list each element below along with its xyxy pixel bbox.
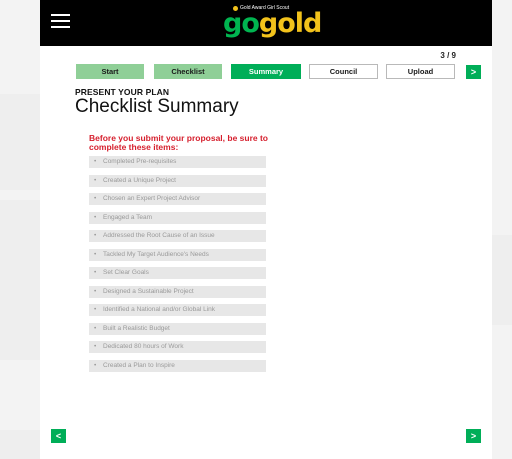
next-step-button[interactable]: > xyxy=(466,65,481,79)
bullet-icon: • xyxy=(94,306,97,313)
step-start[interactable]: Start xyxy=(76,64,144,79)
chevron-right-icon: > xyxy=(470,431,477,441)
checklist-item: • Built a Realistic Budget xyxy=(89,322,266,335)
bullet-icon: • xyxy=(94,195,97,202)
background-panel xyxy=(0,430,40,459)
next-page-button[interactable]: > xyxy=(466,429,481,443)
app-frame: Gold Award Girl Scout gogold 3 / 9 Start… xyxy=(40,0,492,459)
step-checklist[interactable]: Checklist xyxy=(154,64,222,79)
checklist-item: • Dedicated 80 hours of Work xyxy=(89,341,266,353)
top-bar: Gold Award Girl Scout gogold xyxy=(40,0,492,46)
warning-text: Before you submit your proposal, be sure… xyxy=(89,133,268,152)
checklist-item: • Designed a Sustainable Project xyxy=(89,285,266,298)
bullet-icon: • xyxy=(94,158,97,165)
background-panel xyxy=(0,200,40,360)
checklist-item: • Created a Plan to Inspire xyxy=(89,359,266,372)
checklist-item: • Addressed the Root Cause of an Issue xyxy=(89,230,266,242)
bullet-icon: • xyxy=(94,287,97,295)
hamburger-menu-icon[interactable] xyxy=(51,13,70,29)
checklist-item: • Engaged a Team xyxy=(89,211,266,224)
step-upload[interactable]: Upload xyxy=(386,64,455,79)
checklist-item: • Completed Pre-requisites xyxy=(89,156,266,168)
bullet-icon: • xyxy=(94,250,97,258)
checklist-item: • Set Clear Goals xyxy=(89,267,266,279)
logo-wordmark: gogold xyxy=(223,8,322,39)
page-title: Checklist Summary xyxy=(75,96,239,117)
gogold-logo[interactable]: Gold Award Girl Scout gogold xyxy=(223,3,322,43)
bullet-icon: • xyxy=(94,343,97,350)
step-counter: 3 / 9 xyxy=(440,51,456,60)
chevron-left-icon: < xyxy=(55,431,62,441)
bullet-icon: • xyxy=(94,176,97,184)
checklist-item: • Chosen an Expert Project Advisor xyxy=(89,193,266,205)
bullet-icon: • xyxy=(94,361,97,369)
step-council[interactable]: Council xyxy=(309,64,378,79)
bullet-icon: • xyxy=(94,232,97,239)
bullet-icon: • xyxy=(94,213,97,221)
bullet-icon: • xyxy=(94,324,97,332)
page: Gold Award Girl Scout gogold 3 / 9 Start… xyxy=(0,0,512,459)
background-panel xyxy=(0,94,40,190)
checklist-item: • Identified a National and/or Global Lin… xyxy=(89,304,266,316)
previous-page-button[interactable]: < xyxy=(51,429,66,443)
bullet-icon: • xyxy=(94,269,97,276)
step-summary[interactable]: Summary xyxy=(231,64,301,79)
checklist-item: • Tackled My Target Audience's Needs xyxy=(89,248,266,261)
chevron-right-icon: > xyxy=(470,67,477,77)
checklist-item: • Created a Unique Project xyxy=(89,174,266,187)
